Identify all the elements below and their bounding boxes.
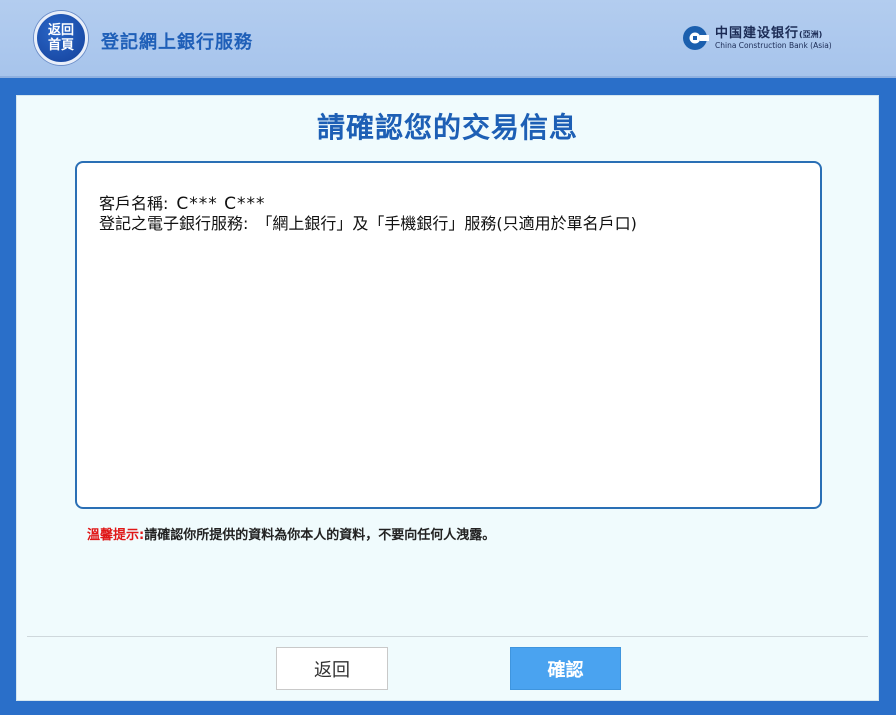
ccb-logo-icon	[683, 26, 709, 50]
confirm-button[interactable]: 確認	[510, 647, 621, 690]
transaction-info-box: 客戶名稱: C*** C*** 登記之電子銀行服務: 「網上銀行」及「手機銀行」服務…	[75, 161, 822, 509]
page-title: 請確認您的交易信息	[316, 111, 578, 144]
customer-name-value: C*** C***	[176, 194, 266, 214]
confirmation-panel: 請確認您的交易信息 客戶名稱: C*** C*** 登記之電子銀行服務: 「網上銀行…	[16, 95, 879, 701]
warm-reminder: 溫馨提示:請確認你所提供的資料為你本人的資料，不要向任何人洩露。	[87, 524, 495, 543]
warm-reminder-text: 請確認你所提供的資料為你本人的資料，不要向任何人洩露。	[144, 528, 496, 543]
divider	[27, 636, 868, 637]
bank-logo: 中国建设银行(亞洲) China Construction Bank (Asia…	[681, 24, 832, 52]
service-value: 「網上銀行」及「手機銀行」服務(只適用於單名戶口)	[256, 214, 637, 233]
app-header: 返回 首頁 登記網上銀行服務 中国建设银行(亞洲) China Construc…	[0, 0, 896, 78]
warm-reminder-label: 溫馨提示:	[87, 528, 145, 543]
customer-name-label: 客戶名稱:	[99, 194, 169, 213]
service-row: 登記之電子銀行服務: 「網上銀行」及「手機銀行」服務(只適用於單名戶口)	[99, 214, 798, 234]
bank-name-cn-suffix: (亞洲)	[799, 29, 823, 39]
header-title: 登記網上銀行服務	[101, 32, 253, 53]
service-label: 登記之電子銀行服務:	[99, 214, 249, 233]
back-button[interactable]: 返回	[276, 647, 388, 690]
home-button-label-line2: 首頁	[47, 38, 74, 53]
home-button[interactable]: 返回 首頁	[34, 11, 88, 65]
home-button-label-line1: 返回	[47, 23, 74, 38]
bank-name-en: China Construction Bank (Asia)	[715, 40, 832, 50]
bank-name-cn: 中国建设银行	[715, 25, 800, 41]
customer-name-row: 客戶名稱: C*** C***	[99, 194, 798, 214]
